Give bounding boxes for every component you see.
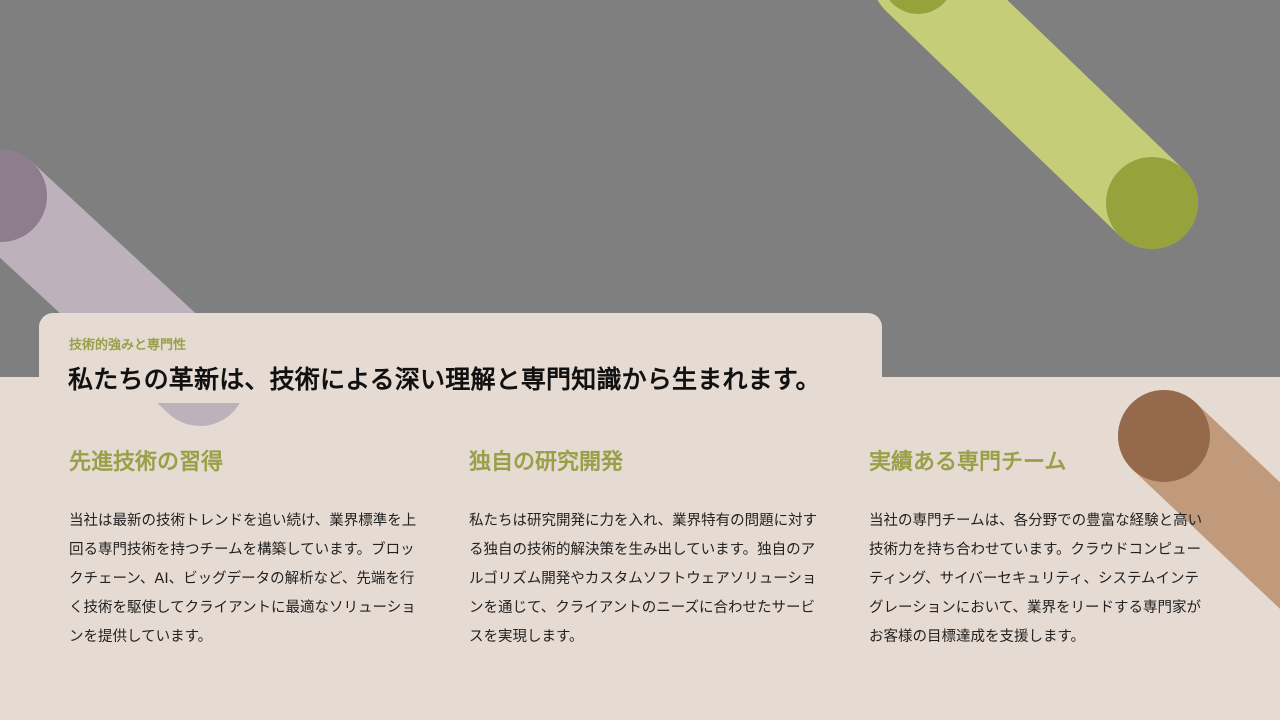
feature-description: 当社の専門チームは、各分野での豊富な経験と高い技術力を持ち合わせています。クラウ… — [869, 513, 1203, 645]
feature-column-2: 独自の研究開発 私たちは研究開発に力を入れ、業界特有の問題に対する独自の技術的解… — [469, 446, 819, 652]
page-title: 私たちの革新は、技術による深い理解と専門知識から生まれます。 — [68, 365, 821, 394]
feature-heading: 実績ある専門チーム — [869, 450, 1067, 475]
feature-column-1: 先進技術の習得 当社は最新の技術トレンドを追い続け、業界標準を上回る専門技術を持… — [69, 446, 419, 652]
feature-description: 私たちは研究開発に力を入れ、業界特有の問題に対する独自の技術的解決策を生み出して… — [469, 513, 818, 645]
feature-heading: 先進技術の習得 — [69, 450, 224, 475]
feature-heading: 独自の研究開発 — [469, 450, 624, 475]
section-eyebrow: 技術的強みと専門性 — [69, 338, 187, 353]
feature-description: 当社は最新の技術トレンドを追い続け、業界標準を上回る専門技術を持つチームを構築し… — [69, 513, 417, 645]
feature-column-3: 実績ある専門チーム 当社の専門チームは、各分野での豊富な経験と高い技術力を持ち合… — [869, 446, 1209, 652]
